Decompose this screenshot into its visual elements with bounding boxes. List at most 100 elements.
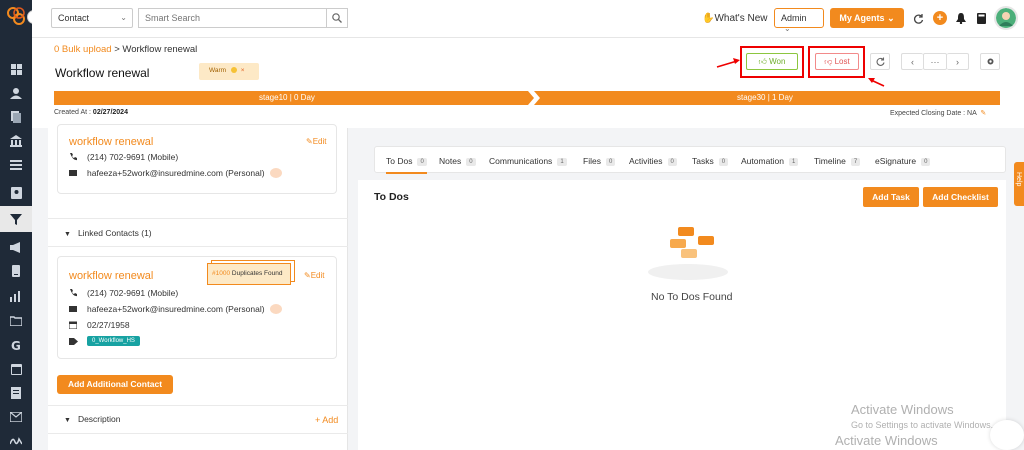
dashboard-icon[interactable]	[9, 62, 23, 76]
section-divider	[48, 405, 348, 406]
calculator-icon[interactable]	[975, 12, 987, 24]
chevron-down-icon: ⌄	[784, 24, 791, 33]
tab-automation[interactable]: Automation 1	[741, 156, 799, 166]
mail-icon[interactable]	[9, 410, 23, 424]
envelope-icon	[69, 170, 81, 176]
add-task-button[interactable]: Add Task	[863, 187, 919, 207]
tab-to-dos[interactable]: To Dos 0	[386, 156, 427, 174]
remove-tag-icon[interactable]: ×	[241, 67, 245, 74]
help-tab-label: Help	[1015, 172, 1022, 187]
description-toggle[interactable]: ▼ Description	[64, 414, 120, 424]
section-divider	[48, 433, 348, 434]
signature-icon[interactable]	[9, 434, 23, 448]
settings-gear-icon[interactable]	[980, 53, 1000, 70]
smart-search-input[interactable]	[138, 8, 326, 28]
bank-icon[interactable]	[9, 134, 23, 148]
sidebar: G	[0, 0, 32, 450]
phone-icon	[69, 153, 81, 161]
calendar-icon[interactable]	[9, 362, 23, 376]
invoice-icon[interactable]	[9, 386, 23, 400]
stage-chevron-divider	[528, 91, 540, 105]
refresh-icon[interactable]	[912, 12, 924, 24]
user-avatar[interactable]	[994, 6, 1018, 30]
linked-contact-name-link[interactable]: workflow renewal	[69, 270, 153, 282]
todos-title: To Dos	[374, 191, 409, 203]
tab-files[interactable]: Files 0	[583, 156, 616, 166]
pipeline-funnel-icon[interactable]	[0, 206, 32, 232]
tab-communications[interactable]: Communications 1	[489, 156, 567, 166]
contact-tag[interactable]: 0_Workflow_HS	[87, 336, 140, 346]
add-checklist-button[interactable]: Add Checklist	[923, 187, 998, 207]
app-logo[interactable]	[6, 6, 26, 26]
watermark-line: Activate Windows	[835, 433, 938, 448]
contacts-icon[interactable]	[9, 86, 23, 100]
stage-label[interactable]: stage10 | 0 Day	[259, 93, 315, 102]
contact-email: hafeeza+52work@insuredmine.com (Personal…	[69, 168, 282, 178]
lead-temperature-tag[interactable]: Warm ×	[199, 63, 259, 80]
duplicates-found-badge[interactable]: #1000 Duplicates Found	[207, 260, 295, 285]
bar-chart-icon[interactable]	[9, 289, 23, 303]
more-options-icon[interactable]: ···	[923, 53, 947, 70]
role-select[interactable]: Admin ⌄	[774, 8, 824, 33]
detail-tabs: To Dos 0 Notes 0 Communications 1 Files 0 Ac…	[374, 146, 1006, 174]
tab-esignature[interactable]: eSignature 0	[875, 156, 931, 166]
linked-contact-card: workflow renewal #1000 Duplicates Found …	[57, 256, 337, 359]
bell-icon[interactable]	[955, 12, 967, 24]
top-header: Contact ⌄ ✋What's New Admin ⌄ My Agents …	[32, 0, 1024, 38]
add-additional-contact-button[interactable]: Add Additional Contact	[57, 375, 173, 394]
help-tab[interactable]: Help	[1014, 162, 1024, 206]
stage-label[interactable]: stage30 | 1 Day	[737, 93, 793, 102]
watermark-line: Activate Windows	[851, 402, 954, 417]
mobile-icon[interactable]	[9, 264, 23, 278]
empty-state-message: No To Dos Found	[651, 291, 733, 303]
pipeline-stage-bar: stage10 | 0 Day stage30 | 1 Day	[54, 91, 1000, 105]
whats-new-link[interactable]: ✋What's New	[702, 13, 768, 24]
lost-button[interactable]: 👎︎ Lost	[815, 53, 859, 70]
breadcrumb-separator: >	[114, 44, 120, 55]
entity-type-select[interactable]: Contact ⌄	[51, 8, 133, 28]
contact-details-panel: workflow renewal ✎Edit (214) 702-9691 (M…	[48, 124, 348, 450]
primary-contact-card: workflow renewal ✎Edit (214) 702-9691 (M…	[57, 124, 337, 194]
list-icon[interactable]	[9, 158, 23, 172]
megaphone-icon[interactable]	[9, 240, 23, 254]
thumbs-up-icon: 👍︎	[758, 57, 767, 66]
linked-contact-phone: (214) 702-9691 (Mobile)	[69, 288, 178, 298]
next-chevron-icon[interactable]: ›	[947, 53, 969, 70]
edit-contact-link[interactable]: ✎Edit	[306, 137, 327, 146]
section-divider	[48, 246, 348, 247]
quick-add-icon[interactable]: +	[933, 11, 947, 25]
add-description-link[interactable]: + Add	[315, 415, 338, 425]
won-button[interactable]: 👍︎ Won	[746, 53, 798, 70]
linked-contact-email: hafeeza+52work@insuredmine.com (Personal…	[69, 304, 282, 314]
entity-type-value: Contact	[58, 13, 90, 23]
search-icon[interactable]	[326, 8, 348, 28]
edit-linked-contact-link[interactable]: ✎Edit	[304, 271, 325, 280]
google-icon[interactable]: G	[9, 338, 23, 352]
contact-phone: (214) 702-9691 (Mobile)	[69, 152, 178, 162]
chevron-down-icon: ⌄	[887, 13, 895, 23]
sync-icon[interactable]	[870, 53, 890, 70]
linked-contact-tags: 0_Workflow_HS	[69, 336, 140, 346]
tab-tasks[interactable]: Tasks 0	[692, 156, 729, 166]
tab-notes[interactable]: Notes 0	[439, 156, 476, 166]
linked-contacts-toggle[interactable]: ▼ Linked Contacts (1)	[64, 228, 152, 238]
chat-widget-icon[interactable]	[990, 420, 1024, 450]
my-agents-button[interactable]: My Agents ⌄	[830, 8, 904, 28]
documents-icon[interactable]	[9, 110, 23, 124]
breadcrumb-parent-link[interactable]: 0 Bulk upload	[54, 44, 112, 55]
edit-pencil-icon[interactable]: ✎	[980, 110, 986, 117]
folder-icon[interactable]	[9, 314, 23, 328]
breadcrumb: 0 Bulk upload > Workflow renewal	[54, 44, 197, 55]
tab-activities[interactable]: Activities 0	[629, 156, 677, 166]
chevron-down-icon: ⌄	[120, 13, 127, 22]
previous-chevron-icon[interactable]: ‹	[901, 53, 923, 70]
send-email-icon[interactable]	[269, 168, 282, 178]
hand-wave-icon: ✋	[702, 13, 715, 24]
tab-timeline[interactable]: Timeline 7	[814, 156, 861, 166]
caret-down-icon: ▼	[64, 417, 71, 424]
linked-contact-dob: 02/27/1958	[69, 320, 130, 330]
expected-closing-date: Expected Closing Date : NA ✎	[890, 110, 987, 117]
send-email-icon[interactable]	[269, 304, 282, 314]
contact-name-link[interactable]: workflow renewal	[69, 136, 153, 148]
contact-card-icon[interactable]	[9, 186, 23, 200]
